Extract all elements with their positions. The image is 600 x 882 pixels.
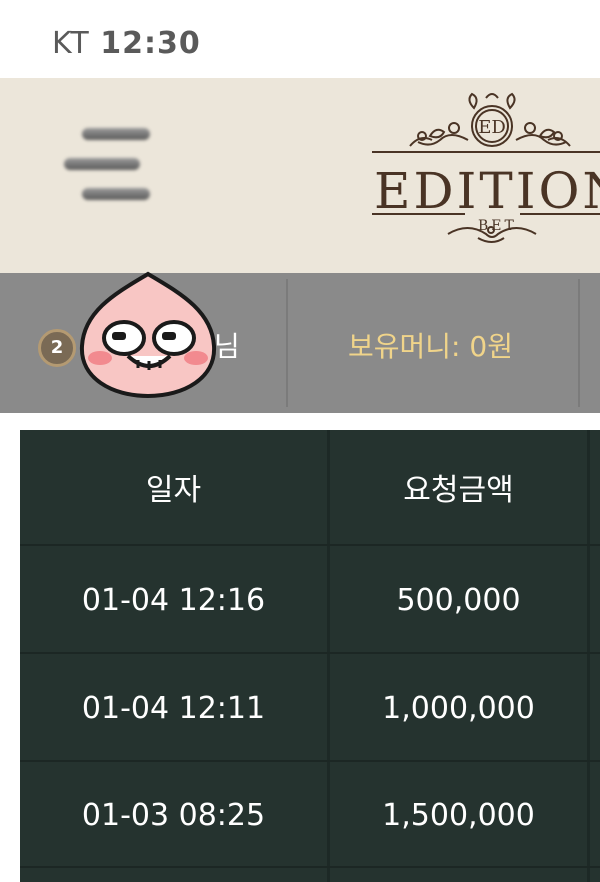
table-header-row: 일자 요청금액 (20, 430, 600, 544)
table-row[interactable]: 01-04 12:16 500,000 (20, 544, 600, 654)
column-header-date: 일자 (20, 430, 330, 544)
row-amount: 500,000 (330, 546, 590, 654)
row-amount: 1,500,000 (330, 762, 590, 868)
logo-subtext: BET (478, 218, 517, 234)
column-header-amount: 요청금액 (330, 430, 590, 544)
status-carrier: KT 12:30 (52, 26, 201, 61)
hamburger-menu-button[interactable] (60, 124, 154, 208)
status-bar: KT 12:30 (0, 0, 600, 78)
table-row[interactable]: 01-03 08:25 1,500,000 (20, 760, 600, 868)
row-date: 01-04 12:11 (20, 654, 330, 762)
balance-label: 보유머니: (348, 330, 461, 363)
table-row[interactable]: 01-04 12:11 1,000,000 (20, 652, 600, 762)
row-date: 01-04 12:16 (20, 546, 330, 654)
row-partial-cell (330, 868, 590, 882)
balance-display[interactable]: 보유머니: 0원 (348, 325, 513, 365)
status-time: 12:30 (100, 26, 201, 61)
site-header: ED EDITION BET (0, 78, 600, 273)
column-header-extra (590, 430, 600, 544)
carrier-name: KT (52, 26, 90, 61)
row-amount: 1,000,000 (330, 654, 590, 762)
logo-text: EDITION (374, 162, 600, 220)
userbar-divider-right (578, 279, 580, 407)
menu-bar-middle (64, 158, 140, 170)
logo-monogram-text: ED (478, 117, 506, 138)
table-row-partial (20, 866, 600, 882)
row-extra (590, 762, 600, 868)
userbar-divider (286, 279, 288, 407)
logo-monogram: ED (478, 117, 506, 138)
history-table: 일자 요청금액 01-04 12:16 500,000 01-04 12:11 … (20, 430, 600, 882)
site-logo[interactable]: ED EDITION BET (370, 90, 600, 260)
row-partial-cell (20, 868, 330, 882)
menu-bar-bottom (82, 188, 150, 200)
balance-value: 0원 (469, 330, 513, 363)
peach-sticker-icon (79, 271, 217, 399)
user-level-badge: 2 (38, 329, 76, 367)
row-date: 01-03 08:25 (20, 762, 330, 868)
menu-bar-top (82, 128, 150, 140)
row-extra (590, 546, 600, 654)
row-extra (590, 654, 600, 762)
